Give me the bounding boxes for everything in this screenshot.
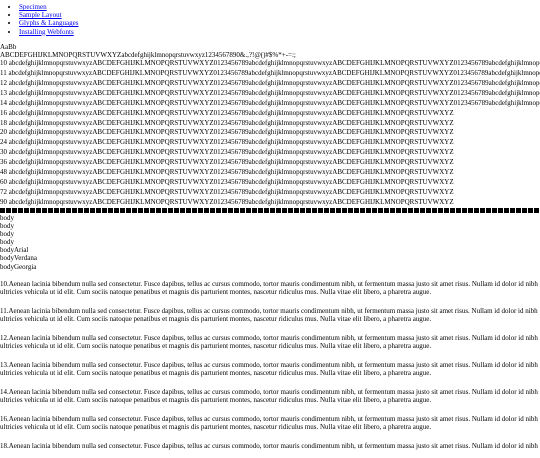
nav-item-specimen: Specimen (19, 3, 540, 11)
size-row-12: 12 abcdefghijklmnopqrstuvwxyzABCDEFGHIJK… (0, 78, 540, 87)
size-row-20: 20 abcdefghijklmnopqrstuvwxyzABCDEFGHIJK… (0, 128, 454, 137)
paragraph-sample-16: 16.Aenean lacinia bibendum nulla sed con… (0, 414, 538, 431)
size-row-14: 14 abcdefghijklmnopqrstuvwxyzABCDEFGHIJK… (0, 98, 540, 107)
size-row-10: 10 abcdefghijklmnopqrstuvwxyzABCDEFGHIJK… (0, 59, 540, 68)
nav-item-sample-layout: Sample Layout (19, 11, 540, 19)
body-row: body (0, 238, 14, 247)
size-row-13: 13 abcdefghijklmnopqrstuvwxyzABCDEFGHIJK… (0, 88, 540, 97)
nav-link-installing-webfonts[interactable]: Installing Webfonts (19, 28, 74, 36)
paragraph-sample-10: 10.Aenean lacinia bibendum nulla sed con… (0, 279, 538, 297)
size-row-11: 11 abcdefghijklmnopqrstuvwxyzABCDEFGHIJK… (0, 69, 540, 78)
size-row-48: 48 abcdefghijklmnopqrstuvwxyzABCDEFGHIJK… (0, 167, 454, 176)
nav-link-glyphs-languages[interactable]: Glyphs & Languages (19, 19, 79, 27)
specimen-aabb: AaBb (0, 42, 17, 51)
size-waterfall: 10 abcdefghijklmnopqrstuvwxyzABCDEFGHIJK… (0, 59, 540, 207)
size-row-90: 90 abcdefghijklmnopqrstuvwxyzABCDEFGHIJK… (0, 197, 454, 206)
size-row-60: 60 abcdefghijklmnopqrstuvwxyzABCDEFGHIJK… (0, 177, 454, 186)
body-row-georgia: bodyGeorgia (0, 262, 37, 271)
nav-item-installing-webfonts: Installing Webfonts (19, 28, 540, 36)
size-row-36: 36 abcdefghijklmnopqrstuvwxyzABCDEFGHIJK… (0, 158, 454, 167)
specimen-alphabet: ABCDEFGHIJKLMNOPQRSTUVWXYZabcdefghijklmn… (0, 50, 296, 59)
paragraph-sample-12: 12.Aenean lacinia bibendum nulla sed con… (0, 333, 538, 350)
paragraph-sample-18: 18.Aenean lacinia bibendum nulla sed con… (0, 441, 538, 450)
body-row: body (0, 229, 14, 238)
nav-item-glyphs-languages: Glyphs & Languages (19, 19, 540, 27)
size-row-24: 24 abcdefghijklmnopqrstuvwxyzABCDEFGHIJK… (0, 138, 454, 147)
glyph-block-bar (0, 207, 540, 213)
paragraph-sample-13: 13.Aenean lacinia bibendum nulla sed con… (0, 360, 538, 377)
body-row: body (0, 221, 14, 230)
nav-link-sample-layout[interactable]: Sample Layout (19, 11, 62, 19)
body-font-list: body body body body bodyArial bodyVerdan… (0, 214, 540, 271)
size-row-16: 16 abcdefghijklmnopqrstuvwxyzABCDEFGHIJK… (0, 108, 454, 117)
size-row-30: 30 abcdefghijklmnopqrstuvwxyzABCDEFGHIJK… (0, 148, 454, 157)
body-row-verdana: bodyVerdana (0, 254, 37, 263)
nav-link-specimen[interactable]: Specimen (19, 3, 47, 11)
size-row-18: 18 abcdefghijklmnopqrstuvwxyzABCDEFGHIJK… (0, 118, 454, 127)
paragraph-sample-11: 11.Aenean lacinia bibendum nulla sed con… (0, 306, 538, 324)
paragraph-samples: 10.Aenean lacinia bibendum nulla sed con… (0, 280, 540, 458)
body-row-arial: bodyArial (0, 246, 29, 255)
size-row-72: 72 abcdefghijklmnopqrstuvwxyzABCDEFGHIJK… (0, 187, 454, 196)
nav-list: Specimen Sample Layout Glyphs & Language… (0, 3, 540, 36)
body-row: body (0, 213, 14, 222)
paragraph-sample-14: 14.Aenean lacinia bibendum nulla sed con… (0, 387, 538, 404)
